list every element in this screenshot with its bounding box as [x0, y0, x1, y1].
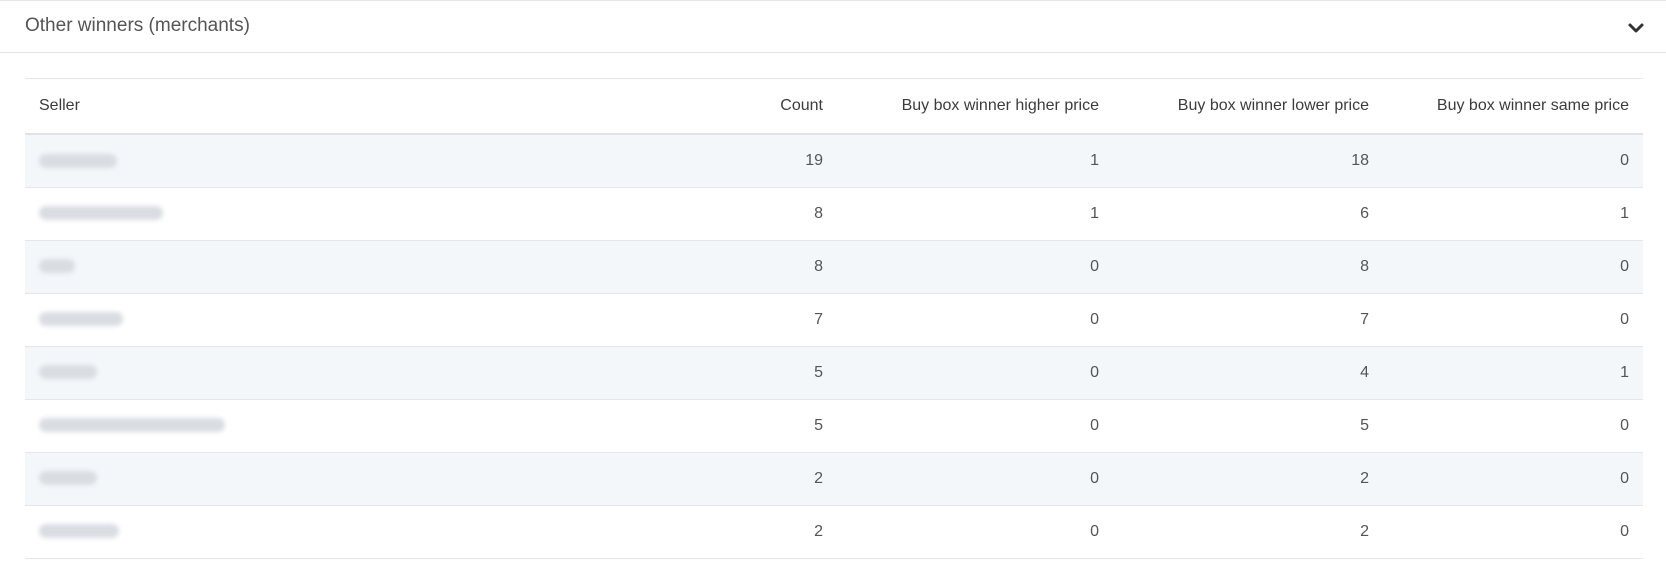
count-cell: 8 — [729, 187, 837, 241]
table-row: 5 0 4 1 — [25, 346, 1643, 400]
count-cell: 5 — [729, 346, 837, 400]
table-row: 7 0 7 0 — [25, 293, 1643, 347]
same-price-cell: 0 — [1383, 134, 1643, 188]
count-cell: 2 — [729, 452, 837, 506]
count-cell: 8 — [729, 240, 837, 294]
redacted-seller-name — [39, 418, 225, 433]
same-price-cell: 0 — [1383, 505, 1643, 559]
column-header-count[interactable]: Count — [729, 78, 837, 135]
chevron-down-icon[interactable] — [1626, 18, 1646, 38]
seller-cell — [25, 293, 729, 347]
column-header-seller[interactable]: Seller — [25, 78, 729, 135]
seller-cell — [25, 187, 729, 241]
seller-cell — [25, 505, 729, 559]
lower-price-cell: 4 — [1113, 346, 1383, 400]
column-header-same-price[interactable]: Buy box winner same price — [1383, 78, 1643, 135]
higher-price-cell: 0 — [837, 452, 1113, 506]
seller-cell — [25, 346, 729, 400]
same-price-cell: 0 — [1383, 399, 1643, 453]
table-header-row: Seller Count Buy box winner higher price… — [25, 78, 1643, 135]
lower-price-cell: 18 — [1113, 134, 1383, 188]
lower-price-cell: 2 — [1113, 505, 1383, 559]
higher-price-cell: 0 — [837, 505, 1113, 559]
count-cell: 2 — [729, 505, 837, 559]
table-row: 8 0 8 0 — [25, 240, 1643, 294]
table-row: 2 0 2 0 — [25, 452, 1643, 506]
count-cell: 19 — [729, 134, 837, 188]
lower-price-cell: 5 — [1113, 399, 1383, 453]
seller-cell — [25, 240, 729, 294]
seller-cell — [25, 134, 729, 188]
redacted-seller-name — [39, 471, 97, 486]
higher-price-cell: 1 — [837, 134, 1113, 188]
redacted-seller-name — [39, 365, 97, 380]
higher-price-cell: 1 — [837, 187, 1113, 241]
redacted-seller-name — [39, 312, 123, 327]
higher-price-cell: 0 — [837, 346, 1113, 400]
count-cell: 7 — [729, 293, 837, 347]
same-price-cell: 0 — [1383, 293, 1643, 347]
count-cell: 5 — [729, 399, 837, 453]
redacted-seller-name — [39, 259, 75, 274]
same-price-cell: 0 — [1383, 240, 1643, 294]
same-price-cell: 0 — [1383, 452, 1643, 506]
seller-cell — [25, 452, 729, 506]
redacted-seller-name — [39, 153, 117, 168]
table-row: 5 0 5 0 — [25, 399, 1643, 453]
higher-price-cell: 0 — [837, 399, 1113, 453]
higher-price-cell: 0 — [837, 240, 1113, 294]
lower-price-cell: 2 — [1113, 452, 1383, 506]
redacted-seller-name — [39, 524, 119, 539]
merchants-table: Seller Count Buy box winner higher price… — [25, 78, 1643, 559]
redacted-seller-name — [39, 206, 163, 221]
lower-price-cell: 7 — [1113, 293, 1383, 347]
same-price-cell: 1 — [1383, 187, 1643, 241]
lower-price-cell: 8 — [1113, 240, 1383, 294]
panel-title: Other winners (merchants) — [25, 15, 250, 36]
panel-header[interactable]: Other winners (merchants) — [0, 0, 1666, 53]
seller-cell — [25, 399, 729, 453]
column-header-lower-price[interactable]: Buy box winner lower price — [1113, 78, 1383, 135]
merchants-table-container: Seller Count Buy box winner higher price… — [25, 78, 1643, 559]
lower-price-cell: 6 — [1113, 187, 1383, 241]
table-row: 2 0 2 0 — [25, 505, 1643, 559]
higher-price-cell: 0 — [837, 293, 1113, 347]
table-row: 8 1 6 1 — [25, 187, 1643, 241]
column-header-higher-price[interactable]: Buy box winner higher price — [837, 78, 1113, 135]
same-price-cell: 1 — [1383, 346, 1643, 400]
table-row: 19 1 18 0 — [25, 134, 1643, 188]
other-winners-panel: Other winners (merchants) Seller Count B… — [0, 0, 1666, 572]
